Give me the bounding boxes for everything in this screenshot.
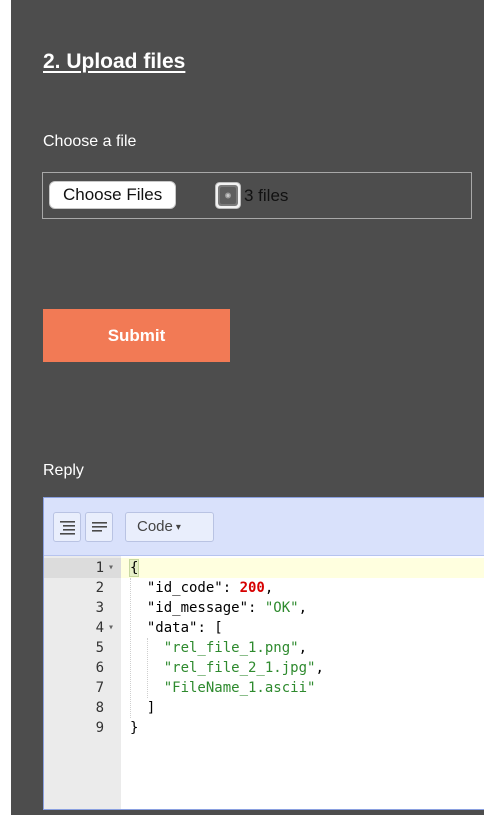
compact-json-button[interactable]: [85, 512, 113, 542]
line-number: 5: [95, 640, 104, 656]
code-text: "rel_file_2_1.jpg",: [130, 658, 324, 678]
code-token: ,: [298, 640, 308, 656]
code-token: "OK": [264, 600, 299, 616]
line-number-cell: 3: [44, 598, 121, 618]
line-number-cell: 6: [44, 658, 121, 678]
code-line: 8 ]: [44, 698, 484, 718]
code-token: :: [222, 580, 240, 596]
code-line: 7 "FileName_1.ascii": [44, 678, 484, 698]
code-token: "FileName_1.ascii": [163, 680, 316, 696]
submit-button[interactable]: Submit: [43, 309, 230, 362]
line-number: 9: [95, 720, 104, 736]
line-number: 2: [95, 580, 104, 596]
code-line: 4 ▾ "data": [: [44, 618, 484, 638]
code-token: "id_message": [146, 600, 249, 616]
upload-panel: 2. Upload files Choose a file Choose Fil…: [11, 0, 484, 815]
code-line: 1 ▾ {: [44, 558, 484, 578]
editor-toolbar: Code ▾: [44, 498, 484, 556]
format-json-icon: [60, 521, 75, 535]
code-token: 200: [239, 580, 265, 596]
chevron-down-icon: ▾: [175, 522, 181, 533]
code-text: "id_code": 200,: [130, 578, 273, 598]
code-text: {: [128, 558, 140, 578]
line-number: 6: [95, 660, 104, 676]
code-token: ]: [146, 700, 156, 716]
code-line: 2 "id_code": 200,: [44, 578, 484, 598]
indent-guide: [130, 578, 131, 718]
file-input[interactable]: Choose Files 3 files: [42, 172, 472, 219]
code-token: "rel_file_2_1.jpg": [163, 660, 316, 676]
code-text: "FileName_1.ascii": [130, 678, 316, 698]
line-number: 4: [95, 620, 104, 636]
line-number-cell: 5: [44, 638, 121, 658]
indent-guide: [147, 638, 148, 698]
line-number: 3: [95, 600, 104, 616]
code-token: {: [128, 559, 140, 577]
code-text: ]: [130, 698, 155, 718]
code-token: "id_code": [146, 580, 223, 596]
line-number-cell: 2: [44, 578, 121, 598]
format-json-button[interactable]: [53, 512, 81, 542]
line-number-cell: 8: [44, 698, 121, 718]
reply-label: Reply: [43, 462, 84, 479]
line-number-cell: 7: [44, 678, 121, 698]
code-token: ,: [298, 600, 308, 616]
section-title: 2. Upload files: [43, 50, 186, 73]
code-line: 6 "rel_file_2_1.jpg",: [44, 658, 484, 678]
code-text: }: [130, 718, 138, 738]
fold-toggle-icon[interactable]: ▾: [108, 558, 114, 578]
code-token: ,: [315, 660, 324, 676]
code-token: }: [130, 720, 139, 736]
code-token: "rel_file_1.png": [163, 640, 299, 656]
mode-dropdown[interactable]: Code ▾: [125, 512, 214, 542]
file-count: 3 files: [244, 186, 289, 205]
mode-label: Code: [137, 518, 173, 535]
page-margin: [0, 0, 11, 823]
code-token: "data": [146, 620, 198, 636]
line-number: 8: [95, 700, 104, 716]
line-number: 7: [95, 680, 104, 696]
code-text: "id_message": "OK",: [130, 598, 307, 618]
fold-toggle-icon[interactable]: ▾: [108, 618, 114, 638]
line-number-cell: 9: [44, 718, 121, 738]
image-thumbnail-icon: [215, 182, 241, 209]
code-token: :: [248, 600, 265, 616]
choose-files-button[interactable]: Choose Files: [49, 181, 177, 209]
code-line: 5 "rel_file_1.png",: [44, 638, 484, 658]
code-line: 3 "id_message": "OK",: [44, 598, 484, 618]
code-area[interactable]: 1 ▾{2 "id_code": 200, 3 "id_message": "OK"…: [44, 556, 484, 809]
code-token: : [: [197, 620, 223, 636]
code-text: "rel_file_1.png",: [130, 638, 307, 658]
line-number: 1: [95, 560, 104, 576]
line-number-cell: 4 ▾: [44, 618, 121, 638]
code-line: 9}: [44, 718, 484, 738]
choose-file-label: Choose a file: [43, 133, 137, 150]
code-token: ,: [264, 580, 274, 596]
json-editor[interactable]: Code ▾ 1 ▾{2 "id_code": 200, 3 "id_message"…: [43, 497, 484, 810]
compact-json-icon: [92, 522, 107, 532]
line-number-cell: 1 ▾: [44, 558, 121, 578]
code-text: "data": [: [130, 618, 223, 638]
